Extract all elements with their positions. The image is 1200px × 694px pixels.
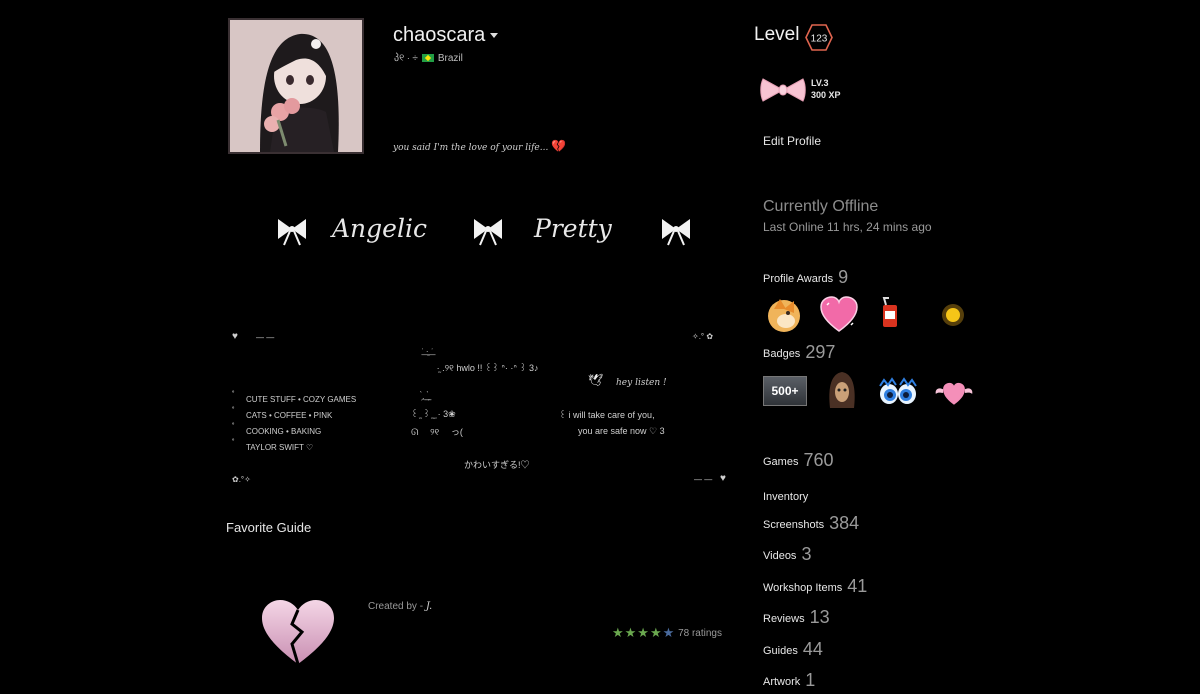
guide-rating: ★★★★★ 78 ratings (612, 625, 722, 641)
bullet: ˚ (232, 406, 235, 415)
japanese-text: かわいすぎる!♡ (464, 460, 530, 470)
location-country: Brazil (437, 53, 463, 64)
avatar-image (230, 20, 362, 152)
pink-bow-badge-icon[interactable] (760, 75, 806, 105)
stat-label: Screenshots (763, 519, 825, 531)
likes-item: COOKING • BAKING (246, 427, 322, 436)
location-deco: პ୧ ‧ ÷ (394, 53, 418, 64)
profile-location: პ୧ ‧ ÷ Brazil (394, 53, 463, 64)
hey-listen-text: hey listen ! (616, 378, 667, 388)
rating-count: 78 ratings (678, 628, 722, 639)
stat-count: 13 (809, 607, 830, 627)
winged-heart-badge-icon[interactable] (934, 372, 974, 412)
heart-icon: ♥ (232, 331, 238, 342)
level-label: Level (754, 24, 800, 45)
stat-artwork[interactable]: Artwork 1 (763, 670, 815, 691)
badges-link[interactable]: Badges 297 (763, 342, 835, 363)
stat-count: 760 (803, 450, 834, 470)
stat-label: Videos (763, 550, 797, 562)
broken-heart-emoji-icon: 💔 (551, 139, 567, 153)
stat-label: Games (763, 456, 799, 468)
online-status: Currently Offline (763, 198, 879, 215)
soda-award-icon[interactable] (872, 295, 912, 335)
heart-icon: ♥ (720, 473, 726, 484)
hooded-figure-badge-icon[interactable] (822, 370, 862, 410)
showcase-deco-bottom-right: — — (694, 475, 713, 484)
likes-item: TAYLOR SWIFT ♡ (246, 443, 314, 452)
showcase-deco-line2: ⠀ ̗̀, ͟͟ ̗̀ (414, 392, 429, 401)
showcase-deco-top-left: — — (256, 333, 275, 342)
sun-award-icon[interactable] (933, 295, 973, 335)
rating-stars-icon: ★★★★★ (612, 625, 676, 640)
profile-awards-count: 9 (838, 267, 849, 287)
profile-summary: you said I'm the love of your life... 💔 (393, 139, 566, 153)
showcase-deco-top-right: ✧.° ✿ (692, 332, 714, 341)
badge-500-plus[interactable]: 500+ (763, 376, 807, 406)
profile-username[interactable]: chaoscara (393, 24, 499, 47)
stat-count: 1 (805, 670, 816, 690)
fox-award-icon[interactable] (764, 295, 804, 335)
chevron-down-icon[interactable] (490, 33, 499, 39)
stat-reviews[interactable]: Reviews 13 (763, 607, 830, 628)
profile-avatar[interactable] (228, 18, 364, 154)
level-hexagon: 123 (805, 24, 833, 51)
author-name[interactable]: J. (426, 601, 432, 612)
badges-label: Badges (763, 348, 801, 360)
stat-label: Reviews (763, 613, 805, 625)
stat-label: Inventory (763, 491, 809, 503)
showcase-center-deco: ʿ͟ ·̫ ͟ʾ (421, 347, 434, 356)
angelic-pretty-banner: Angelic Pretty (278, 214, 690, 246)
showcase-hwlo-line: ⠀⠀ ·̫ .୨୧ hwlo !! ꒰꒱ ᐢ· ·ᐢ ꒱ 3♪ (421, 363, 539, 373)
stat-games[interactable]: Games 760 (763, 450, 834, 471)
care-line-1: ꒰ i will take care of you, (559, 410, 655, 420)
bow-icon (278, 219, 306, 246)
edit-profile-button[interactable]: Edit Profile (763, 134, 821, 148)
banner-word-angelic: Angelic (330, 214, 427, 243)
badges-count: 297 (805, 342, 836, 362)
level-value: 123 (811, 34, 828, 45)
dove-icon: 🕊 (588, 373, 604, 387)
bullet: ˚ (232, 390, 235, 399)
created-by-label: Created by - (368, 601, 424, 612)
heart-award-icon[interactable] (819, 295, 859, 335)
showcase-deco-line4: ᘏ ⠀ ୨୧ ⠀ っ( (411, 427, 463, 437)
stat-label: Artwork (763, 676, 801, 688)
care-line-2: you are safe now ♡ 3 (578, 426, 665, 436)
profile-awards-link[interactable]: Profile Awards 9 (763, 267, 848, 288)
favorite-guide-title: Favorite Guide (226, 520, 312, 535)
stat-count: 41 (847, 576, 868, 596)
stat-guides[interactable]: Guides 44 (763, 639, 823, 660)
stat-label: Workshop Items (763, 582, 843, 594)
bullet: ˚ (232, 422, 235, 431)
stat-count: 44 (802, 639, 823, 659)
last-online: Last Online 11 hrs, 24 mins ago (763, 220, 932, 234)
stat-screenshots[interactable]: Screenshots 384 (763, 513, 859, 534)
stat-videos[interactable]: Videos 3 (763, 544, 811, 565)
guide-author: Created by - J. (368, 601, 432, 612)
brazil-flag-icon (421, 53, 434, 62)
summary-text: you said I'm the love of your life... (393, 143, 549, 153)
broken-heart-icon[interactable] (258, 598, 338, 668)
stat-count: 384 (829, 513, 860, 533)
featured-badge-xp: 300 XP (811, 90, 841, 100)
stat-workshop-items[interactable]: Workshop Items 41 (763, 576, 867, 597)
stat-count: 3 (801, 544, 812, 564)
likes-item: CUTE STUFF • COZY GAMES (246, 395, 357, 404)
showcase-deco-bottom-left: ✿.°✧ (232, 475, 251, 484)
bow-icon (474, 219, 502, 246)
bow-icon (662, 219, 690, 246)
featured-badge-level: LV.3 (811, 78, 829, 88)
banner-word-pretty: Pretty (533, 214, 613, 243)
username-text: chaoscara (393, 24, 486, 46)
blue-eyes-badge-icon[interactable] (878, 372, 918, 412)
stat-label: Guides (763, 645, 798, 657)
stat-inventory[interactable]: Inventory (763, 487, 808, 505)
bullet: ˚ (232, 438, 235, 447)
showcase-deco-line3: ꒰ ̫ ꒱ ̫ ̫ · 3❀ (411, 409, 456, 419)
profile-awards-label: Profile Awards (763, 273, 834, 285)
likes-item: CATS • COFFEE • PINK (246, 411, 333, 420)
